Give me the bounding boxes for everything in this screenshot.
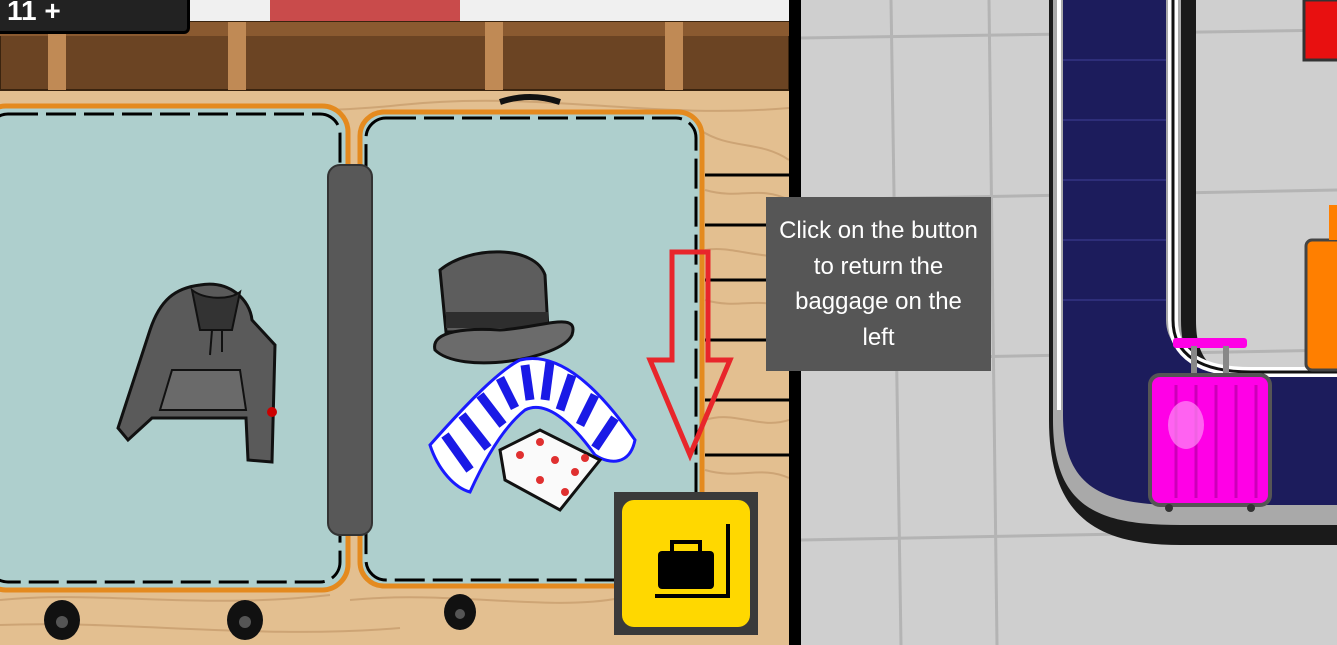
packing-area: 11 + xyxy=(0,0,789,645)
tutorial-tooltip-text: Click on the button to return the baggag… xyxy=(779,217,978,351)
tutorial-tooltip: Click on the button to return the baggag… xyxy=(766,197,991,371)
red-suitcase[interactable] xyxy=(1302,0,1337,62)
score-panel: 11 + xyxy=(0,0,190,34)
baggage-claim-icon xyxy=(655,524,730,598)
score-value: 11 + xyxy=(7,0,61,26)
return-baggage-button-face[interactable] xyxy=(622,500,750,627)
return-baggage-button[interactable] xyxy=(614,492,758,635)
